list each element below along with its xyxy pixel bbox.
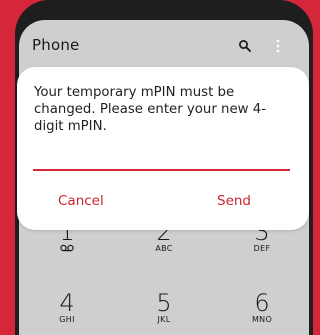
- send-button[interactable]: Send: [217, 191, 251, 211]
- mpin-change-dialog: Your temporary mPIN must be changed. Ple…: [17, 67, 309, 230]
- key-letters: DEF: [253, 244, 271, 253]
- keypad-key-6[interactable]: 6 MNO: [227, 291, 297, 325]
- cancel-button[interactable]: Cancel: [58, 191, 104, 211]
- key-digit: 6: [254, 289, 270, 317]
- key-letters: ABC: [155, 244, 173, 253]
- mpin-input[interactable]: [33, 147, 290, 171]
- keypad-key-5[interactable]: 5 JKL: [129, 291, 199, 325]
- keypad-key-4[interactable]: 4 GHI: [32, 291, 102, 325]
- key-letters: GHI: [59, 315, 75, 324]
- app-bar: Phone: [19, 20, 309, 72]
- dialog-message: Your temporary mPIN must be changed. Ple…: [34, 85, 266, 134]
- key-letters: MNO: [251, 315, 273, 324]
- key-letters: JKL: [157, 315, 171, 324]
- more-vert-icon[interactable]: [275, 38, 281, 54]
- search-icon[interactable]: [238, 39, 252, 53]
- key-digit: 4: [59, 289, 75, 317]
- phone-frame: Phone 1 2 ABC 3 DEF 4 GHI 5 JKL 6 MNO Yo…: [0, 0, 319, 335]
- key-digit: 5: [156, 289, 172, 317]
- app-title: Phone: [32, 36, 80, 54]
